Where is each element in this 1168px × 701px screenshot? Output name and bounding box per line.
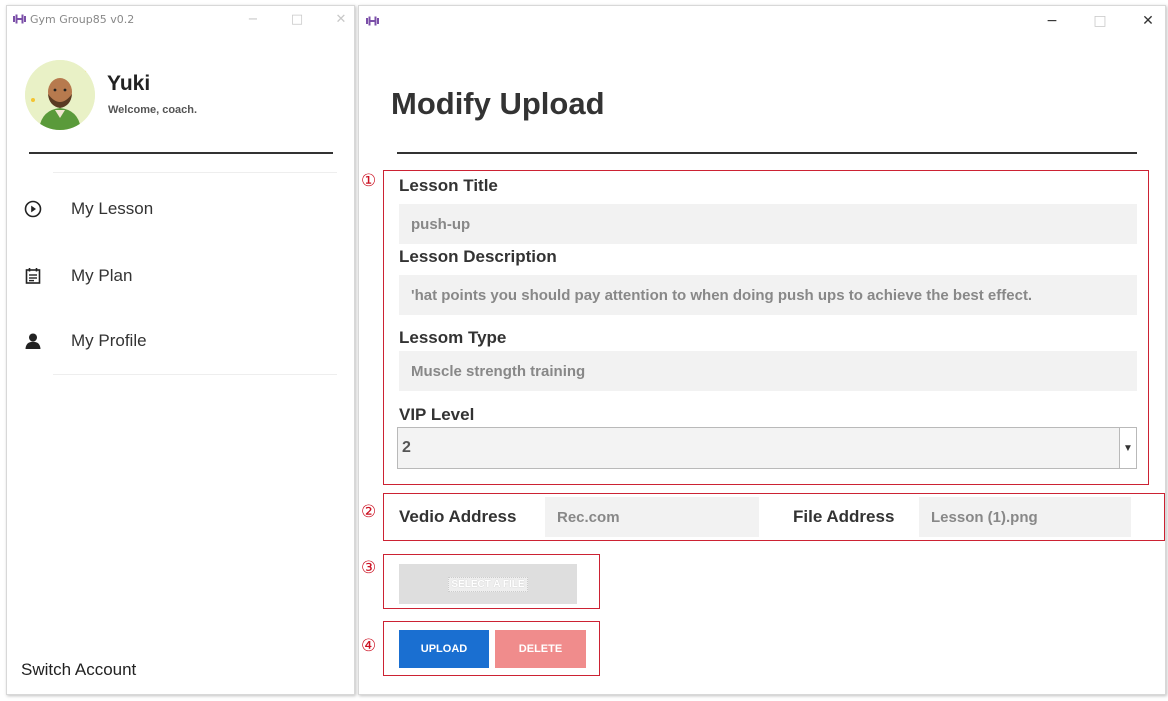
lesson-description-field[interactable]: 'hat points you should pay attention to … — [399, 275, 1137, 315]
nav-label: My Lesson — [71, 199, 154, 218]
annotation-marker-3: ③ — [361, 558, 377, 578]
lesson-type-label: Lessom Type — [399, 328, 507, 347]
window-title: Gym Group85 v0.2 — [30, 12, 135, 26]
dumbbell-icon — [13, 14, 26, 24]
annotation-marker-4: ④ — [361, 636, 377, 656]
nav-item-my-lesson[interactable]: My Lesson — [23, 189, 333, 229]
file-address-field[interactable]: Lesson (1).png — [919, 497, 1131, 537]
close-icon[interactable]: ✕ — [334, 12, 348, 27]
upload-button[interactable]: UPLOAD — [399, 630, 489, 668]
lesson-description-label: Lesson Description — [399, 247, 557, 266]
divider — [53, 374, 337, 375]
vip-level-select[interactable]: 2 ▼ — [397, 427, 1137, 469]
nav-item-my-profile[interactable]: My Profile — [23, 321, 333, 361]
video-address-field[interactable]: Rec.com — [545, 497, 759, 537]
close-icon[interactable]: ✕ — [1141, 13, 1155, 29]
divider — [29, 152, 333, 154]
vip-level-label: VIP Level — [399, 405, 475, 424]
page-title: Modify Upload — [391, 86, 605, 121]
window-controls: − □ ✕ — [246, 6, 348, 32]
nav-label: My Profile — [71, 331, 147, 350]
person-icon — [23, 331, 43, 351]
modify-upload-window: − □ ✕ Modify Upload ① Lesson Title push-… — [358, 5, 1166, 695]
user-name: Yuki — [107, 72, 151, 95]
navigation-window: Gym Group85 v0.2 − □ ✕ Yuki Welcome, coa… — [6, 5, 355, 695]
coach-avatar-icon — [25, 60, 95, 130]
screen: Gym Group85 v0.2 − □ ✕ Yuki Welcome, coa… — [0, 0, 1168, 701]
maximize-icon[interactable]: □ — [1093, 13, 1107, 29]
select-file-label: SELECT A FILE — [448, 576, 528, 592]
calendar-icon — [23, 266, 43, 286]
lesson-type-field[interactable]: Muscle strength training — [399, 351, 1137, 391]
divider — [53, 172, 337, 173]
minimize-icon[interactable]: − — [1045, 13, 1059, 29]
play-circle-icon — [23, 199, 43, 219]
video-address-label: Vedio Address — [399, 507, 517, 526]
switch-account-link[interactable]: Switch Account — [21, 660, 136, 680]
title-bar: − □ ✕ — [359, 6, 1165, 36]
nav-label: My Plan — [71, 266, 133, 285]
divider — [397, 152, 1137, 154]
welcome-text: Welcome, coach. — [108, 104, 198, 116]
minimize-icon[interactable]: − — [246, 12, 260, 27]
select-file-button[interactable]: SELECT A FILE — [399, 564, 577, 604]
annotation-marker-2: ② — [361, 502, 377, 522]
title-bar: Gym Group85 v0.2 − □ ✕ — [7, 6, 354, 32]
dumbbell-icon — [366, 16, 379, 26]
lesson-title-label: Lesson Title — [399, 176, 498, 195]
vip-level-value: 2 — [402, 439, 411, 456]
annotation-marker-1: ① — [361, 171, 377, 191]
avatar — [25, 60, 95, 130]
lesson-title-field[interactable]: push-up — [399, 204, 1137, 244]
file-address-label: File Address — [793, 507, 895, 526]
nav-item-my-plan[interactable]: My Plan — [23, 256, 333, 296]
window-controls: − □ ✕ — [1045, 6, 1155, 36]
chevron-down-icon[interactable]: ▼ — [1119, 428, 1136, 468]
maximize-icon[interactable]: □ — [290, 12, 304, 27]
delete-button[interactable]: DELETE — [495, 630, 586, 668]
